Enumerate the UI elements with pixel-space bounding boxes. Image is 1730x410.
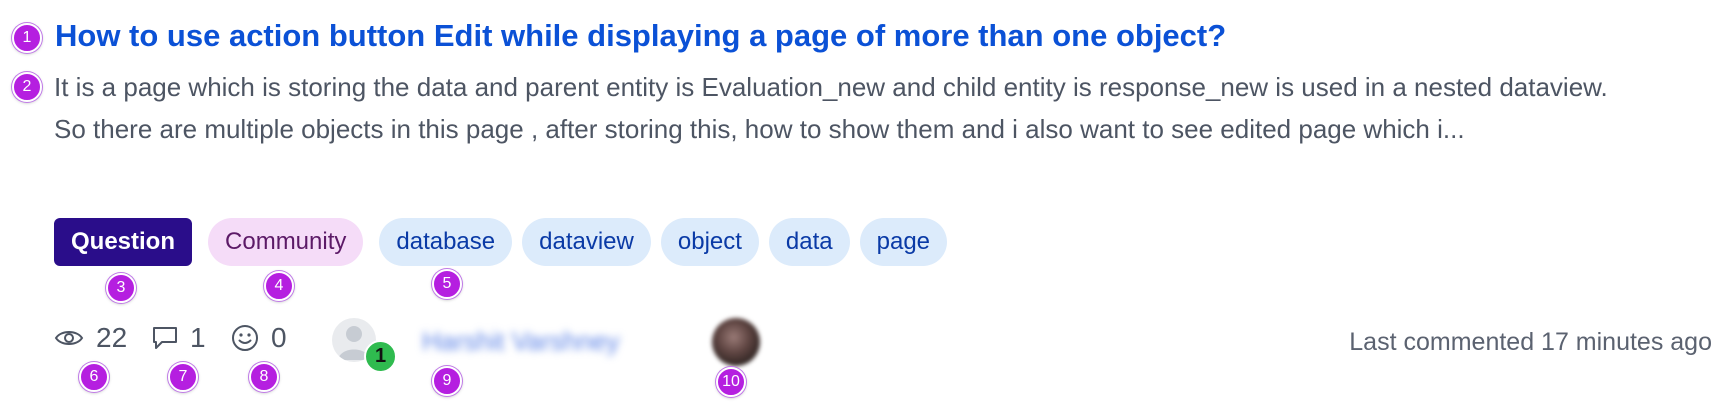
- comments-stat: 1: [152, 322, 206, 354]
- question-tag[interactable]: Question: [54, 218, 193, 266]
- eye-icon: [54, 327, 84, 349]
- author-name-link[interactable]: Harshit Varshney: [422, 326, 620, 357]
- post-description: It is a page which is storing the data a…: [54, 66, 1714, 150]
- last-activity: Last commented 17 minutes ago: [1349, 328, 1712, 356]
- reactions-count: 0: [271, 322, 287, 353]
- tag-list: Question Community database dataview obj…: [54, 218, 948, 266]
- rank-badge: 1: [364, 340, 397, 373]
- annotation-marker: 10: [716, 367, 746, 397]
- commenter-avatar[interactable]: [712, 318, 760, 366]
- topic-tag-page[interactable]: page: [859, 218, 948, 266]
- reactions-stat: 0: [231, 322, 287, 354]
- annotation-marker: 4: [264, 271, 294, 301]
- annotation-marker: 2: [12, 72, 42, 102]
- annotation-marker: 1: [12, 23, 42, 53]
- views-count: 22: [96, 322, 128, 353]
- annotation-marker: 5: [432, 269, 462, 299]
- description-line: It is a page which is storing the data a…: [54, 72, 1608, 102]
- topic-tag-object[interactable]: object: [660, 218, 759, 266]
- comment-icon: [152, 325, 178, 351]
- description-line: So there are multiple objects in this pa…: [54, 114, 1465, 144]
- annotation-marker: 3: [106, 273, 136, 303]
- annotation-marker: 7: [168, 362, 198, 392]
- community-tag[interactable]: Community: [208, 218, 364, 266]
- topic-tag-data[interactable]: data: [768, 218, 850, 266]
- topic-tag-database[interactable]: database: [379, 218, 513, 266]
- topic-tag-dataview[interactable]: dataview: [522, 218, 651, 266]
- annotation-marker: 8: [249, 362, 279, 392]
- smiley-icon: [231, 324, 259, 352]
- annotation-marker: 6: [79, 362, 109, 392]
- comments-count: 1: [190, 322, 206, 353]
- post-title-link[interactable]: How to use action button Edit while disp…: [55, 18, 1226, 54]
- annotation-marker: 9: [432, 366, 462, 396]
- views-stat: 22: [54, 322, 127, 354]
